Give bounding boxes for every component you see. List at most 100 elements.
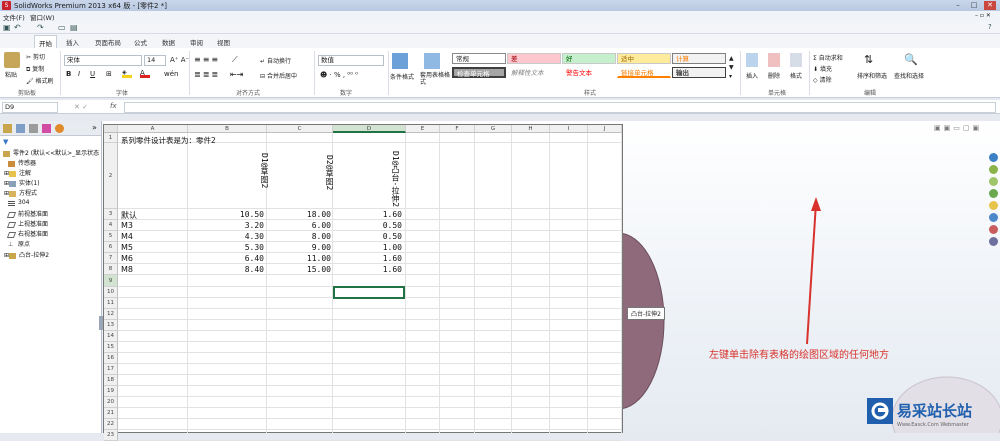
- orientation-icon[interactable]: ⟋: [232, 55, 238, 65]
- row-header-13[interactable]: 13: [104, 320, 118, 331]
- row-header-20[interactable]: 20: [104, 397, 118, 408]
- row-header-16[interactable]: 16: [104, 353, 118, 364]
- number-format-icons[interactable]: ☻ · % , ⁰⁰ ⁰: [320, 71, 358, 79]
- vertical-align-icons[interactable]: ≡≡≡: [194, 55, 220, 64]
- config-name-cell[interactable]: M3: [121, 221, 133, 230]
- sort-filter-button[interactable]: 排序和筛选: [857, 71, 887, 80]
- underline-button[interactable]: U: [90, 70, 95, 78]
- font-color-icon[interactable]: A: [140, 69, 150, 78]
- value-cell[interactable]: 1.60: [362, 254, 402, 263]
- copy-button[interactable]: ⧉ 复制: [26, 64, 44, 74]
- tree-item-equations[interactable]: ⊞ 方程式: [4, 188, 37, 197]
- config-name-cell[interactable]: M8: [121, 265, 133, 274]
- tree-item-material[interactable]: 304: [8, 199, 29, 206]
- row-header-1[interactable]: 1: [104, 133, 118, 143]
- font-grow-icon[interactable]: A⁺ A⁻: [170, 56, 189, 64]
- name-box[interactable]: D9: [2, 102, 58, 113]
- cut-button[interactable]: ✂ 剪切: [26, 52, 45, 61]
- window-controls[interactable]: – ▫ ✕: [975, 12, 991, 19]
- tab-formulas[interactable]: 公式: [134, 37, 147, 47]
- fx-icon[interactable]: fx: [110, 102, 117, 110]
- search-icon[interactable]: [989, 189, 998, 198]
- column-header-a[interactable]: A: [118, 125, 188, 133]
- value-cell[interactable]: 1.00: [362, 243, 402, 252]
- display-tab-icon[interactable]: [55, 124, 64, 133]
- wrap-text-button[interactable]: ↵ 自动换行: [260, 56, 291, 65]
- style-neutral[interactable]: 适中: [617, 53, 671, 64]
- row-header-6[interactable]: 6: [104, 242, 118, 253]
- styles-scroll-icon[interactable]: ▲ ▼ ▾: [729, 54, 734, 81]
- value-cell[interactable]: 9.00: [291, 243, 331, 252]
- row-header-19[interactable]: 19: [104, 386, 118, 397]
- style-normal[interactable]: 常规: [452, 53, 506, 64]
- design-table-sheet[interactable]: ABCDEFGHIJ 1 2 3 4 5 6 7 8 9 10 11 12 13 14 15 16 17 18 19…: [103, 124, 623, 441]
- table-format-button[interactable]: 套用表格格式: [420, 72, 450, 86]
- save-icon[interactable]: ▣: [3, 23, 11, 32]
- appearances-icon[interactable]: [989, 225, 998, 234]
- row-header-2[interactable]: 2: [104, 143, 118, 209]
- undo-icon[interactable]: ↶: [14, 23, 21, 32]
- resources-icon[interactable]: [989, 153, 998, 162]
- config-name-cell[interactable]: M4: [121, 232, 133, 241]
- fill-button[interactable]: ⬇ 填充: [813, 64, 832, 73]
- view-controls-icons[interactable]: ▣▣▭▢▣: [934, 124, 982, 132]
- insert-cells-icon[interactable]: [746, 53, 758, 67]
- phonetic-icon[interactable]: wén: [164, 70, 178, 78]
- config-name-cell[interactable]: M5: [121, 243, 133, 252]
- folder-icon[interactable]: [989, 201, 998, 210]
- style-check-cell[interactable]: 检查单元格: [452, 67, 506, 78]
- value-cell[interactable]: 15.00: [291, 265, 331, 274]
- design-library-icon[interactable]: [989, 165, 998, 174]
- value-cell[interactable]: 3.20: [224, 221, 264, 230]
- delete-cells-button[interactable]: 删除: [768, 71, 780, 80]
- tab-view[interactable]: 视图: [217, 37, 230, 47]
- help-icon[interactable]: ?: [988, 23, 992, 31]
- row-header-12[interactable]: 12: [104, 309, 118, 320]
- column-header-c[interactable]: C: [267, 125, 333, 133]
- column-header-e[interactable]: E: [406, 125, 440, 133]
- row-header-14[interactable]: 14: [104, 331, 118, 342]
- value-cell[interactable]: 10.50: [224, 210, 264, 219]
- tree-item-annotations[interactable]: ⊞ 注解: [4, 168, 31, 177]
- tree-item-origin[interactable]: ⊥ 原点: [8, 239, 30, 248]
- column-header-b[interactable]: B: [188, 125, 267, 133]
- view-palette-icon[interactable]: [989, 213, 998, 222]
- new-icon[interactable]: ▭: [58, 23, 66, 32]
- find-select-button[interactable]: 查找和选择: [894, 71, 924, 80]
- select-all-corner[interactable]: [104, 125, 118, 133]
- open-icon[interactable]: ▤: [70, 23, 78, 32]
- value-cell[interactable]: 4.30: [224, 232, 264, 241]
- tab-home[interactable]: 开始: [34, 35, 57, 48]
- value-cell[interactable]: 6.00: [291, 221, 331, 230]
- row-header-8[interactable]: 8: [104, 264, 118, 275]
- config-tab-icon[interactable]: [29, 124, 38, 133]
- config-name-cell[interactable]: M6: [121, 254, 133, 263]
- maximize-button[interactable]: □: [968, 1, 980, 10]
- find-select-icon[interactable]: 🔍: [904, 53, 918, 66]
- table-format-icon[interactable]: [424, 53, 440, 69]
- format-painter-button[interactable]: 🖌 格式刷: [26, 76, 54, 85]
- row-header-9[interactable]: 9: [104, 275, 118, 287]
- row-header-23[interactable]: 23: [104, 430, 118, 441]
- row-header-4[interactable]: 4: [104, 220, 118, 231]
- selected-cell-d9[interactable]: [333, 286, 405, 299]
- filter-icon[interactable]: ▼: [3, 138, 8, 146]
- paste-button[interactable]: 粘贴: [5, 70, 17, 79]
- sort-filter-icon[interactable]: ⇅: [864, 53, 873, 66]
- column-header-f[interactable]: F: [440, 125, 475, 133]
- tree-item-solid-bodies[interactable]: ⊞ 实体(1): [4, 178, 40, 187]
- merge-center-button[interactable]: ⊟ 合并后居中: [260, 71, 297, 80]
- redo-icon[interactable]: ↷: [37, 23, 44, 32]
- style-warning[interactable]: 警告文本: [562, 67, 616, 78]
- column-header-g[interactable]: G: [475, 125, 512, 133]
- row-header-5[interactable]: 5: [104, 231, 118, 242]
- tree-item-right-plane[interactable]: 右视基准面: [6, 229, 48, 238]
- column-header-d[interactable]: D: [333, 125, 406, 133]
- row-header-18[interactable]: 18: [104, 375, 118, 386]
- tree-item-top-plane[interactable]: 上视基准面: [6, 219, 48, 228]
- header-d1-sketch2[interactable]: D1@草图2: [259, 153, 270, 188]
- value-cell[interactable]: 0.50: [362, 232, 402, 241]
- style-explanatory[interactable]: 解释性文本: [507, 67, 561, 78]
- value-cell[interactable]: 11.00: [291, 254, 331, 263]
- value-cell[interactable]: 18.00: [291, 210, 331, 219]
